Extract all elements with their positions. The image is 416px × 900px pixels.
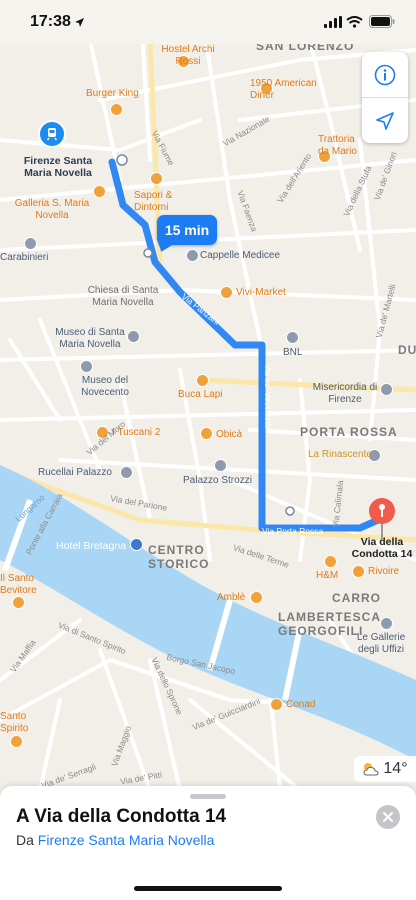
directions-sheet[interactable]: A Via della Condotta 14 Da Firenze Santa…	[0, 786, 416, 900]
poi-trattoria[interactable]: Trattoria da Mario	[318, 134, 368, 158]
poi-american-diner[interactable]: 1950 American Diner	[250, 78, 330, 102]
train-station-icon[interactable]	[38, 120, 66, 148]
vivi-market-icon	[220, 286, 233, 299]
rivoire-icon	[352, 565, 365, 578]
map-view[interactable]: Firenze Santa Maria Novella Hostel Archi…	[0, 0, 416, 790]
poi-cappelle[interactable]: Cappelle Medicee	[200, 250, 280, 262]
poi-museo-smn[interactable]: Museo di Santa Maria Novella	[50, 327, 130, 351]
destination-pin-icon[interactable]	[368, 497, 396, 541]
poi-sapori[interactable]: Sapori & Dintorni	[134, 190, 184, 214]
hm-icon	[324, 555, 337, 568]
poi-burger-king[interactable]: Burger King	[86, 88, 139, 100]
poi-amble[interactable]: Amblè	[217, 592, 245, 604]
from-prefix: Da	[16, 832, 34, 848]
district-lambertesca: LAMBERTESCA GEORGOFILI	[278, 610, 381, 638]
poi-chiesa[interactable]: Chiesa di Santa Maria Novella	[78, 285, 168, 309]
poi-museo-novecento[interactable]: Museo del Novecento	[70, 375, 140, 399]
museo-novecento-icon	[80, 360, 93, 373]
sheet-grabber[interactable]	[190, 794, 226, 799]
bnl-icon	[286, 331, 299, 344]
location-services-icon	[75, 18, 84, 27]
buca-lapi-icon	[196, 374, 209, 387]
poi-vivi-market[interactable]: Vivi-Market	[236, 287, 286, 299]
poi-la-rinascente[interactable]: La Rinascente	[308, 449, 372, 461]
galleria-icon	[93, 185, 106, 198]
district-centro-storico: CENTRO STORICO	[148, 543, 210, 571]
battery-icon	[369, 15, 395, 28]
street-vecchietti: Via de' Vecchietti	[263, 363, 274, 429]
close-icon	[383, 812, 393, 822]
locate-button[interactable]	[362, 98, 408, 143]
poi-palazzo-strozzi[interactable]: Palazzo Strozzi	[183, 475, 252, 487]
poi-hotel-bretagna[interactable]: Hotel Bretagna	[56, 540, 126, 552]
district-du: DU	[398, 343, 416, 357]
origin-label: Firenze Santa Maria Novella	[23, 155, 93, 179]
status-bar: 17:38	[0, 0, 416, 44]
conad-icon	[270, 698, 283, 711]
poi-santo-bevitore[interactable]: Il Santo Bevitore	[0, 573, 50, 597]
route-time-bubble[interactable]: 15 min	[157, 215, 217, 245]
poi-hm[interactable]: H&M	[316, 570, 338, 582]
poi-rucellai[interactable]: Rucellai Palazzo	[38, 467, 112, 479]
poi-buca-lapi[interactable]: Buca Lapi	[178, 389, 222, 401]
santo-spirito-icon	[10, 735, 23, 748]
wifi-icon	[346, 16, 363, 28]
cappelle-icon	[186, 249, 199, 262]
obica-icon	[200, 427, 213, 440]
from-link[interactable]: Firenze Santa Maria Novella	[38, 832, 215, 848]
info-button[interactable]	[362, 52, 408, 97]
poi-hostel[interactable]: Hostel Archi Rossi	[158, 44, 218, 68]
partly-cloudy-icon	[363, 763, 379, 776]
poi-carabinieri[interactable]: Carabinieri	[0, 252, 48, 264]
district-carro: CARRO	[332, 591, 381, 605]
info-icon	[374, 64, 396, 85]
destination-label: Via della Condotta 14	[351, 536, 413, 560]
route-time: 15 min	[164, 222, 210, 238]
santo-bevitore-icon	[12, 596, 25, 609]
temperature: 14°	[383, 760, 408, 777]
poi-bnl[interactable]: BNL	[283, 347, 302, 359]
sheet-title: A Via della Condotta 14	[16, 806, 227, 827]
street-porta-rossa: Via Porta Rossa	[262, 526, 324, 536]
poi-rivoire[interactable]: Rivoire	[368, 566, 399, 578]
home-indicator[interactable]	[134, 886, 282, 891]
poi-obica[interactable]: Obicà	[216, 429, 242, 441]
amble-icon	[250, 591, 263, 604]
hotel-bretagna-icon	[130, 538, 143, 551]
carabinieri-icon	[24, 237, 37, 250]
poi-santo-spirito[interactable]: Santo Spirito	[0, 711, 50, 735]
district-porta-rossa: PORTA ROSSA	[300, 425, 398, 439]
status-time: 17:38	[30, 13, 71, 30]
location-arrow-icon	[376, 111, 394, 130]
poi-galleria[interactable]: Galleria S. Maria Novella	[12, 198, 92, 222]
sheet-from: Da Firenze Santa Maria Novella	[16, 832, 214, 848]
rucellai-icon	[120, 466, 133, 479]
poi-conad[interactable]: Conad	[286, 699, 315, 711]
palazzo-strozzi-icon	[214, 459, 227, 472]
weather-widget: 14°	[354, 756, 416, 782]
burger-king-icon	[110, 103, 123, 116]
cellular-signal-icon	[324, 16, 342, 28]
map-controls	[362, 52, 408, 143]
sapori-icon	[150, 172, 163, 185]
poi-misericordia[interactable]: Misericordia di Firenze	[305, 382, 385, 406]
close-button[interactable]	[376, 805, 400, 829]
